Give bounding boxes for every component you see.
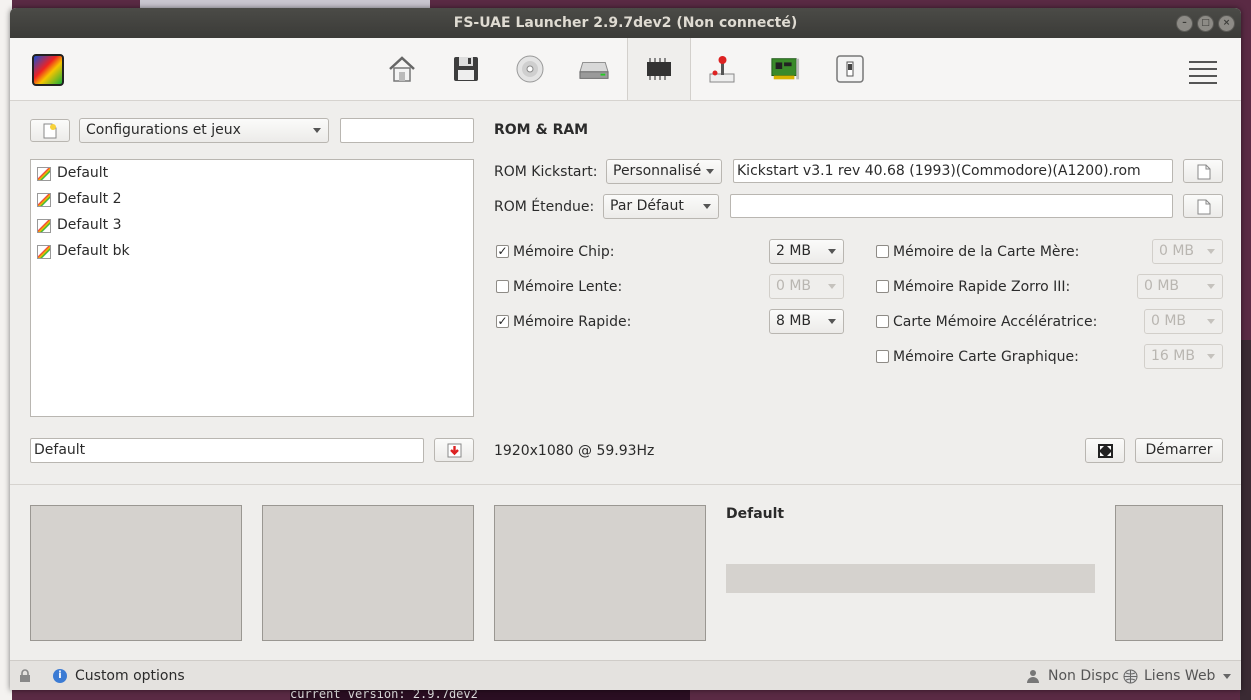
window-titlebar: FS-UAE Launcher 2.9.7dev2 (Non connecté)… [10,8,1241,38]
chip-memory-checkbox[interactable]: ✓ [496,245,509,258]
new-file-icon [43,123,57,139]
fast-memory-label: Mémoire Rapide: [513,314,632,330]
config-icon [37,219,51,233]
motherboard-memory-checkbox[interactable] [876,245,889,258]
accelerator-memory-label: Carte Mémoire Accélératrice: [893,314,1098,330]
screenshot-thumbnail [494,505,706,641]
extended-rom-label: ROM Étendue: [494,199,595,215]
config-icon [37,193,51,207]
chevron-down-icon [1207,249,1215,254]
app-logo-icon[interactable] [32,54,64,86]
custom-options-link[interactable]: Custom options [75,661,185,690]
chevron-down-icon [1207,319,1215,324]
info-icon: i [53,669,67,683]
slow-memory-label: Mémoire Lente: [513,279,623,295]
file-icon [1197,199,1211,215]
graphics-memory-dropdown[interactable]: 16 MB [1144,344,1223,369]
close-button[interactable]: × [1218,15,1235,32]
preview-area: Default [10,484,1241,661]
slow-memory-checkbox[interactable] [496,280,509,293]
config-icon [37,245,51,259]
search-input[interactable] [340,118,474,143]
lock-icon[interactable] [18,669,32,683]
list-item[interactable]: Default 2 [31,186,473,212]
cdrom-icon[interactable] [515,54,545,84]
chevron-down-icon[interactable] [1223,674,1231,679]
chevron-down-icon [828,319,836,324]
screenshot-thumbnail [30,505,242,641]
graphics-memory-label: Mémoire Carte Graphique: [893,349,1079,365]
config-filter-dropdown[interactable]: Configurations et jeux [79,118,329,143]
kickstart-mode-dropdown[interactable]: Personnalisé [606,159,722,184]
browse-kickstart-button[interactable] [1183,159,1223,183]
zorro3-memory-checkbox[interactable] [876,280,889,293]
harddrive-icon[interactable] [579,54,609,84]
fs-uae-window: FS-UAE Launcher 2.9.7dev2 (Non connecté)… [10,8,1241,690]
save-config-button[interactable] [434,438,474,462]
list-item[interactable]: Default bk [31,238,473,264]
section-title: ROM & RAM [494,122,589,138]
resolution-text: 1920x1080 @ 59.93Hz [494,443,655,459]
chevron-down-icon [828,284,836,289]
screenshot-thumbnail [262,505,474,641]
chip-icon[interactable] [627,38,691,100]
floppy-icon[interactable] [451,54,481,84]
fullscreen-icon [1098,444,1113,458]
motherboard-memory-label: Mémoire de la Carte Mère: [893,244,1080,260]
minimize-button[interactable]: – [1176,15,1193,32]
chevron-down-icon [313,128,321,133]
preview-info-bar [726,564,1095,593]
config-name-input[interactable]: Default [30,438,424,463]
start-button[interactable]: Démarrer [1135,438,1223,463]
list-item[interactable]: Default 3 [31,212,473,238]
extended-rom-dropdown[interactable]: Par Défaut [603,194,719,219]
home-icon[interactable] [387,54,417,84]
zorro3-memory-label: Mémoire Rapide Zorro III: [893,279,1071,295]
window-title: FS-UAE Launcher 2.9.7dev2 (Non connecté) [453,15,798,31]
switch-icon[interactable] [835,54,865,84]
main-toolbar [10,38,1241,101]
netplay-status[interactable]: Non Dispc [1048,661,1119,690]
web-links-dropdown[interactable]: Liens Web [1144,661,1215,690]
config-filter-value: Configurations et jeux [86,122,241,138]
save-icon [447,443,462,458]
list-item[interactable]: Default [31,160,473,186]
kickstart-label: ROM Kickstart: [494,164,598,180]
user-icon [1027,670,1039,683]
globe-icon [1123,669,1138,684]
config-icon [37,167,51,181]
extended-rom-file-input[interactable] [730,194,1173,218]
accelerator-memory-checkbox[interactable] [876,315,889,328]
status-bar: i Custom options Non Dispc Liens Web [10,660,1241,690]
menu-hamburger-icon[interactable] [1189,56,1217,84]
chevron-down-icon [1207,354,1215,359]
cover-thumbnail [1115,505,1223,641]
slow-memory-dropdown[interactable]: 0 MB [769,274,844,299]
config-list[interactable]: Default Default 2 Default 3 Default bk [30,159,474,417]
chip-memory-label: Mémoire Chip: [513,244,615,260]
file-icon [1197,164,1211,180]
motherboard-memory-dropdown[interactable]: 0 MB [1152,239,1223,264]
chevron-down-icon [706,169,714,174]
chevron-down-icon [703,204,711,209]
maximize-button[interactable]: □ [1197,15,1214,32]
browse-extended-rom-button[interactable] [1183,194,1223,218]
new-config-button[interactable] [30,119,70,142]
chevron-down-icon [1207,284,1215,289]
fast-memory-dropdown[interactable]: 8 MB [769,309,844,334]
graphics-memory-checkbox[interactable] [876,350,889,363]
expansion-card-icon[interactable] [770,54,800,84]
chip-memory-dropdown[interactable]: 2 MB [769,239,844,264]
accelerator-memory-dropdown[interactable]: 0 MB [1144,309,1223,334]
fullscreen-button[interactable] [1085,438,1125,463]
zorro3-memory-dropdown[interactable]: 0 MB [1137,274,1223,299]
joystick-icon[interactable] [707,54,737,84]
preview-title: Default [726,506,785,522]
fast-memory-checkbox[interactable]: ✓ [496,315,509,328]
kickstart-file-input[interactable]: Kickstart v3.1 rev 40.68 (1993)(Commodor… [733,159,1173,183]
desktop-right-window [1240,340,1251,700]
chevron-down-icon [828,249,836,254]
